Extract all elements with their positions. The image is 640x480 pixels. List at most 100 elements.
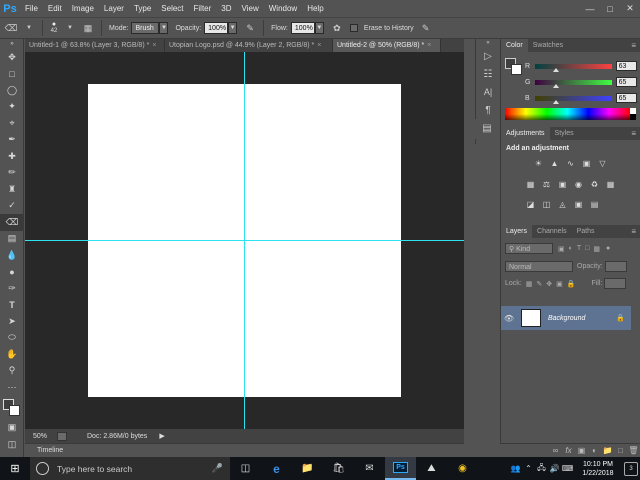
tab-styles[interactable]: Styles bbox=[550, 127, 579, 140]
menu-window[interactable]: Window bbox=[264, 0, 302, 17]
filter-type-icon[interactable]: T bbox=[577, 245, 581, 252]
menu-filter[interactable]: Filter bbox=[189, 0, 217, 17]
vibrance-icon[interactable]: ▽ bbox=[595, 157, 610, 170]
flow-dropdown-icon[interactable]: ▼ bbox=[314, 22, 324, 34]
tools-collapse-icon[interactable]: » bbox=[0, 39, 24, 49]
healing-brush-tool-icon[interactable]: ✚ bbox=[0, 148, 24, 165]
tab-untitled-2[interactable]: Untitled-2 @ 50% (RGB/8) * × bbox=[333, 39, 441, 52]
panel-menu-icon[interactable]: ≡ bbox=[631, 39, 636, 52]
menu-layer[interactable]: Layer bbox=[99, 0, 129, 17]
lock-all-icon[interactable]: 🔒 bbox=[567, 280, 576, 288]
path-selection-tool-icon[interactable]: ➤ bbox=[0, 313, 24, 330]
canvas-workspace[interactable] bbox=[25, 52, 464, 429]
opacity-dropdown-icon[interactable]: ▼ bbox=[228, 22, 238, 34]
blue-slider-knob[interactable] bbox=[552, 99, 559, 104]
mail-icon[interactable]: ✉ bbox=[354, 457, 385, 480]
menu-edit[interactable]: Edit bbox=[43, 0, 67, 17]
gradient-map-icon[interactable]: ▤ bbox=[587, 198, 602, 211]
airbrush-icon[interactable]: ✿ bbox=[330, 21, 344, 35]
eraser-tool-icon[interactable]: ⌫ bbox=[4, 21, 18, 35]
network-icon[interactable]: 🖧 bbox=[535, 462, 548, 476]
filter-smart-object-icon[interactable]: ▦ bbox=[593, 245, 600, 253]
zoom-tool-icon[interactable]: ⚲ bbox=[0, 363, 24, 380]
tab-swatches[interactable]: Swatches bbox=[528, 39, 568, 52]
tab-close-icon[interactable]: × bbox=[427, 42, 431, 49]
dodge-tool-icon[interactable]: ● bbox=[0, 264, 24, 281]
pressure-opacity-icon[interactable]: ✎ bbox=[243, 21, 257, 35]
filter-toggle-icon[interactable]: ● bbox=[606, 245, 610, 252]
invert-icon[interactable]: ◪ bbox=[523, 198, 538, 211]
lock-artboard-icon[interactable]: ▣ bbox=[556, 280, 563, 288]
color-spectrum[interactable] bbox=[505, 108, 630, 120]
hand-tool-icon[interactable]: ✋ bbox=[0, 346, 24, 363]
add-mask-icon[interactable]: ▣ bbox=[575, 446, 588, 455]
tab-utopian-logo[interactable]: Utopian Logo.psd @ 44.9% (Layer 2, RGB/8… bbox=[165, 39, 333, 52]
chrome-icon[interactable]: ◉ bbox=[447, 457, 478, 480]
volume-icon[interactable]: 🔊 bbox=[548, 464, 561, 473]
lock-pixels-icon[interactable]: ✎ bbox=[536, 280, 542, 288]
red-slider-knob[interactable] bbox=[552, 67, 559, 72]
opacity-input[interactable]: 100% bbox=[204, 22, 229, 34]
task-view-icon[interactable]: ◫ bbox=[230, 457, 261, 480]
brush-panel-icon[interactable]: ▦ bbox=[81, 21, 95, 35]
windows-start-icon[interactable]: ⊞ bbox=[0, 457, 30, 480]
menu-view[interactable]: View bbox=[237, 0, 264, 17]
tab-color[interactable]: Color bbox=[501, 39, 528, 52]
new-adjustment-icon[interactable]: ◐ bbox=[588, 446, 601, 455]
threshold-icon[interactable]: ◬ bbox=[555, 198, 570, 211]
erase-history-checkbox[interactable] bbox=[349, 24, 358, 32]
color-swatches[interactable] bbox=[3, 399, 21, 417]
visibility-eye-icon[interactable]: 👁 bbox=[501, 314, 517, 323]
show-hidden-icons-icon[interactable]: ⌃ bbox=[522, 464, 535, 473]
panel-collapse-icon[interactable]: « bbox=[476, 39, 500, 47]
layer-name[interactable]: Background bbox=[548, 315, 616, 322]
tab-channels[interactable]: Channels bbox=[532, 225, 572, 238]
maximize-icon[interactable]: □ bbox=[600, 0, 620, 17]
link-layers-icon[interactable]: ∞ bbox=[549, 446, 562, 455]
layer-fill-input[interactable] bbox=[604, 278, 627, 289]
taskbar-clock[interactable]: 10:10 PM 1/22/2018 bbox=[574, 460, 622, 478]
posterize-icon[interactable]: ◫ bbox=[539, 198, 554, 211]
edit-toolbar-icon[interactable]: ⋯ bbox=[0, 379, 24, 396]
layer-opacity-input[interactable] bbox=[604, 261, 627, 272]
screen-mode-icon[interactable]: ◫ bbox=[0, 436, 24, 453]
selective-color-icon[interactable]: ▣ bbox=[571, 198, 586, 211]
history-brush-tool-icon[interactable]: ✓ bbox=[0, 198, 24, 215]
background-color-swatch[interactable] bbox=[9, 405, 20, 416]
blend-mode-select[interactable]: Normal bbox=[505, 261, 573, 272]
tab-untitled-1[interactable]: Untitled-1 @ 63.8% (Layer 3, RGB/8) * × bbox=[25, 39, 165, 52]
photos-icon[interactable]: ⛰ bbox=[416, 457, 447, 480]
brush-size-picker[interactable]: ● 42 bbox=[47, 21, 61, 35]
eraser-tool-icon[interactable]: ⌫ bbox=[0, 214, 24, 231]
filter-shape-icon[interactable]: □ bbox=[585, 245, 589, 252]
background-color-swatch[interactable] bbox=[511, 64, 522, 75]
green-input[interactable]: 65 bbox=[615, 77, 637, 87]
menu-image[interactable]: Image bbox=[67, 0, 99, 17]
quick-mask-icon[interactable]: ▣ bbox=[0, 419, 24, 436]
history-panel-icon[interactable]: ▷ bbox=[476, 47, 500, 65]
mode-dropdown-icon[interactable]: ▼ bbox=[159, 22, 169, 34]
menu-select[interactable]: Select bbox=[156, 0, 188, 17]
menu-3d[interactable]: 3D bbox=[216, 0, 236, 17]
paragraph-panel-icon[interactable]: ¶ bbox=[476, 101, 500, 119]
lasso-tool-icon[interactable]: ◯ bbox=[0, 82, 24, 99]
minimize-icon[interactable]: — bbox=[580, 0, 600, 17]
tool-preset-dropdown-icon[interactable]: ▼ bbox=[22, 21, 36, 35]
crop-tool-icon[interactable]: ⌖ bbox=[0, 115, 24, 132]
tab-close-icon[interactable]: × bbox=[317, 42, 321, 49]
gradient-tool-icon[interactable]: ▤ bbox=[0, 231, 24, 248]
people-icon[interactable]: 👥 bbox=[509, 464, 522, 473]
edge-browser-icon[interactable]: e bbox=[261, 457, 292, 480]
photo-filter-icon[interactable]: ◉ bbox=[571, 178, 586, 191]
curves-icon[interactable]: ∿ bbox=[563, 157, 578, 170]
green-slider[interactable] bbox=[534, 79, 612, 88]
horizontal-guide[interactable] bbox=[25, 240, 464, 241]
clone-stamp-tool-icon[interactable]: ♜ bbox=[0, 181, 24, 198]
tab-paths[interactable]: Paths bbox=[572, 225, 600, 238]
blue-slider[interactable] bbox=[534, 95, 612, 104]
pressure-size-icon[interactable]: ✎ bbox=[419, 21, 433, 35]
channel-mixer-icon[interactable]: ♻ bbox=[587, 178, 602, 191]
new-group-icon[interactable]: 📁 bbox=[601, 446, 614, 455]
color-balance-icon[interactable]: ⚖ bbox=[539, 178, 554, 191]
exposure-icon[interactable]: ▣ bbox=[579, 157, 594, 170]
